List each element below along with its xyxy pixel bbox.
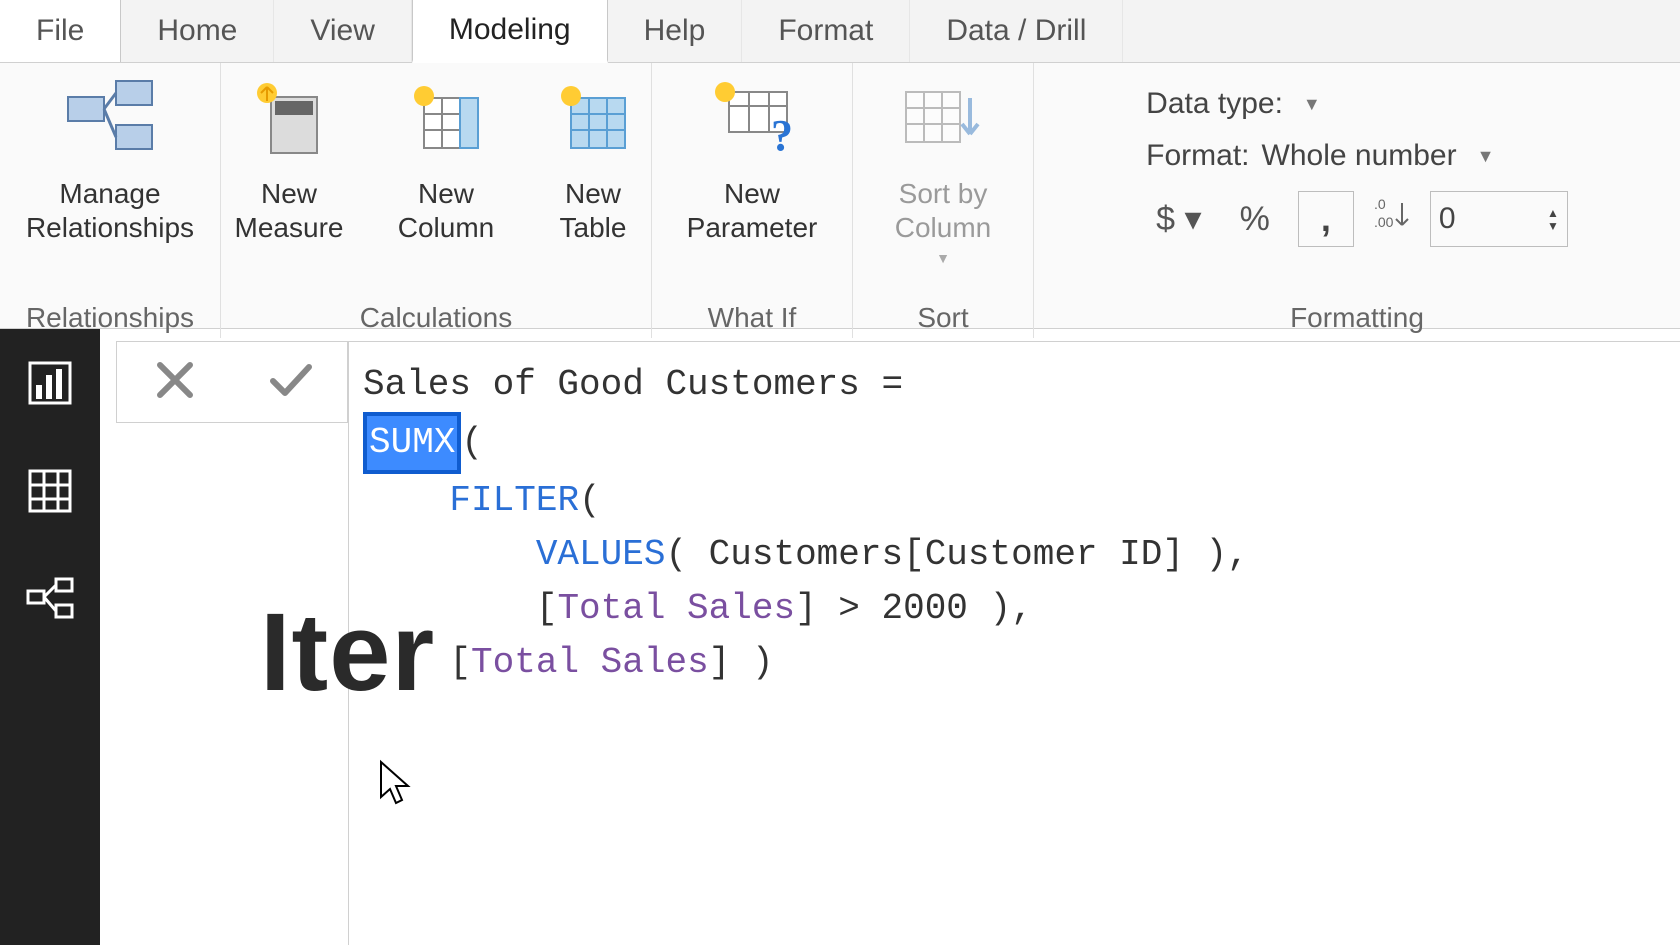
sort-icon <box>893 73 993 165</box>
new-parameter-button[interactable]: ? New Parameter <box>651 73 853 244</box>
thousands-separator-button[interactable]: , <box>1298 191 1354 247</box>
tab-modeling[interactable]: Modeling <box>412 0 608 63</box>
caret-down-icon: ▼ <box>1477 146 1495 167</box>
ribbon: Manage Relationships Relationships New M… <box>0 63 1680 329</box>
selected-function-sumx: SUMX <box>363 412 461 474</box>
measure-ref: Total Sales <box>471 642 709 683</box>
caret-down-icon: ▾ <box>1185 200 1202 238</box>
new-column-label: New Column <box>398 177 494 244</box>
manage-relationships-label: Manage Relationships <box>26 177 194 244</box>
format-label: Format: <box>1146 139 1249 173</box>
measure-name: Sales of Good Customers = <box>363 364 903 405</box>
model-view-icon[interactable] <box>26 575 74 623</box>
svg-text:?: ? <box>771 111 793 158</box>
sort-by-column-label: Sort by Column <box>895 177 991 244</box>
workspace: Sales of Good Customers = SUMX( FILTER( … <box>0 329 1680 945</box>
formula-commit-buttons <box>116 341 348 423</box>
format-value: Whole number <box>1262 139 1457 173</box>
view-switcher <box>0 329 100 945</box>
column-icon <box>396 73 496 165</box>
sort-by-column-button[interactable]: Sort by Column ▼ <box>852 73 1034 267</box>
svg-text:.0: .0 <box>1374 196 1386 212</box>
tab-help[interactable]: Help <box>608 0 743 62</box>
commit-formula-button[interactable] <box>265 355 315 410</box>
table-icon <box>543 73 643 165</box>
decimal-places-value: 0 <box>1439 202 1456 236</box>
decimal-places-input[interactable]: 0 ▲▼ <box>1430 191 1568 247</box>
data-type-dropdown[interactable]: Data type: ▼ <box>1146 87 1568 121</box>
tab-view[interactable]: View <box>274 0 411 62</box>
tab-format[interactable]: Format <box>742 0 910 62</box>
data-view-icon[interactable] <box>26 467 74 515</box>
percent-button[interactable]: % <box>1230 194 1280 245</box>
format-dropdown[interactable]: Format: Whole number ▼ <box>1146 139 1568 173</box>
group-relationships: Manage Relationships Relationships <box>0 63 221 338</box>
group-calculations: New Measure New Column New Table Calcula… <box>221 63 652 338</box>
report-view-icon[interactable] <box>26 359 74 407</box>
currency-button[interactable]: $ ▾ <box>1146 193 1211 245</box>
parameter-icon: ? <box>702 73 802 165</box>
new-parameter-label: New Parameter <box>687 177 818 244</box>
tab-home[interactable]: Home <box>121 0 274 62</box>
new-table-button[interactable]: New Table <box>522 73 664 244</box>
ribbon-tabs: File Home View Modeling Help Format Data… <box>0 0 1680 63</box>
dropdown-caret-icon: ▼ <box>936 250 950 267</box>
tab-file[interactable]: File <box>0 0 121 62</box>
cancel-formula-button[interactable] <box>150 355 200 410</box>
data-type-label: Data type: <box>1146 87 1283 121</box>
new-table-label: New Table <box>560 177 627 244</box>
measure-ref: Total Sales <box>557 588 795 629</box>
group-sort: Sort by Column ▼ Sort <box>853 63 1034 338</box>
tab-data-drill[interactable]: Data / Drill <box>910 0 1123 62</box>
new-measure-button[interactable]: New Measure <box>208 73 370 244</box>
manage-relationships-button[interactable]: Manage Relationships <box>0 73 221 244</box>
group-formatting: Data type: ▼ Format: Whole number ▼ $ ▾ … <box>1034 63 1680 338</box>
spinner-buttons[interactable]: ▲▼ <box>1547 208 1559 231</box>
group-whatif: ? New Parameter What If <box>652 63 853 338</box>
formula-area: Sales of Good Customers = SUMX( FILTER( … <box>100 329 1680 945</box>
decimal-icon: .0.00 <box>1372 195 1412 243</box>
caret-down-icon: ▼ <box>1303 94 1321 115</box>
svg-text:.00: .00 <box>1374 214 1394 230</box>
values-function: VALUES <box>536 534 666 575</box>
canvas-background-text: Iter <box>260 589 435 716</box>
new-column-button[interactable]: New Column <box>370 73 522 244</box>
measure-icon <box>239 73 339 165</box>
new-measure-label: New Measure <box>235 177 344 244</box>
filter-function: FILTER <box>449 480 579 521</box>
relationships-icon <box>60 73 160 165</box>
formula-editor[interactable]: Sales of Good Customers = SUMX( FILTER( … <box>348 341 1680 945</box>
